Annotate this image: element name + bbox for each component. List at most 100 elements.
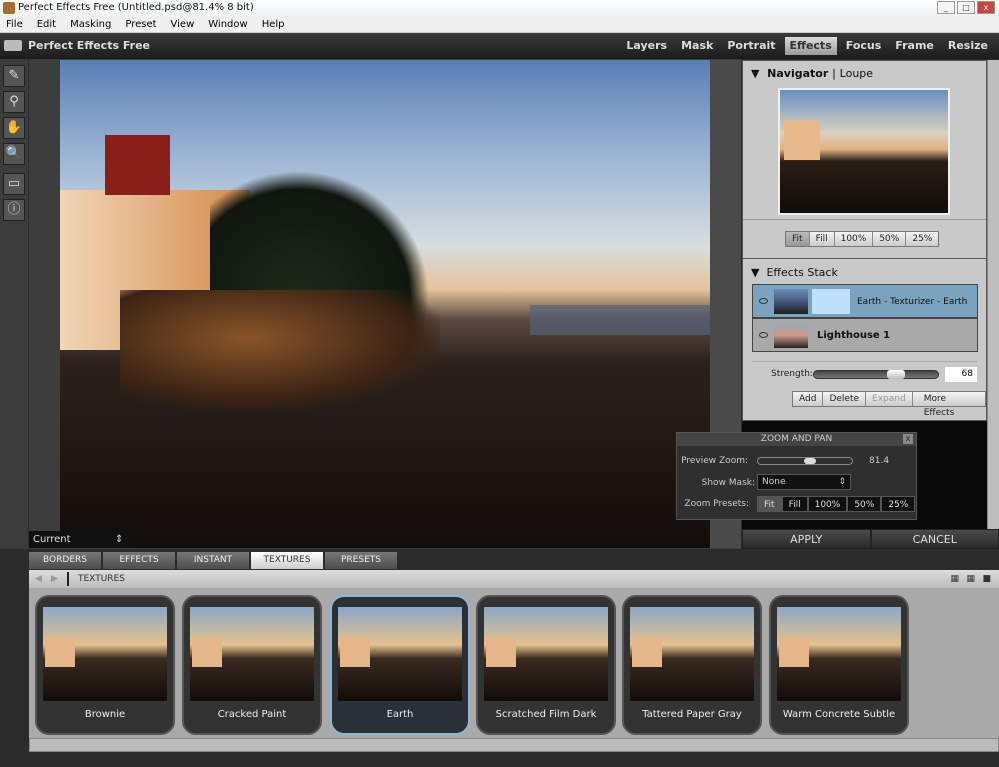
window-title: Perfect Effects Free (Untitled.psd@81.4%… xyxy=(18,2,254,13)
menu-help[interactable]: Help xyxy=(262,16,285,32)
updown-icon: ⇕ xyxy=(838,477,846,487)
menu-window[interactable]: Window xyxy=(208,16,247,32)
tab-textures[interactable]: TEXTURES xyxy=(251,552,323,569)
grid-small-icon[interactable]: ▦ xyxy=(966,570,975,588)
strength-slider[interactable] xyxy=(813,370,939,379)
brush-icon[interactable]: ✎ xyxy=(3,65,25,87)
compare-icon[interactable]: ▭ xyxy=(3,173,25,195)
layer-name: Lighthouse 1 xyxy=(817,330,891,341)
thumbnail-image xyxy=(777,607,901,701)
texture-thumbnail[interactable]: Earth xyxy=(330,595,470,735)
tab-presets[interactable]: PRESETS xyxy=(325,552,397,569)
title-bar: Perfect Effects Free (Untitled.psd@81.4%… xyxy=(0,0,999,16)
grid-large-icon[interactable]: ▦ xyxy=(950,570,959,588)
tab-instant[interactable]: INSTANT xyxy=(177,552,249,569)
tab-effects-browser[interactable]: EFFECTS xyxy=(103,552,175,569)
right-panel: ▼ Navigator | Loupe Fit Fill 100% 50% 25… xyxy=(742,60,987,421)
more-effects-button[interactable]: More Effects xyxy=(912,392,985,418)
nav-fit-button[interactable]: Fit xyxy=(786,232,810,246)
thumbnail-label: Tattered Paper Gray xyxy=(642,709,742,720)
strength-value[interactable]: 68 xyxy=(945,367,977,382)
texture-thumbnail[interactable]: Warm Concrete Subtle xyxy=(769,595,909,735)
preview-image[interactable] xyxy=(60,60,710,548)
thumbnail-label: Earth xyxy=(386,709,414,720)
texture-thumbnail[interactable]: Scratched Film Dark xyxy=(476,595,616,735)
add-button[interactable]: Add xyxy=(793,392,824,406)
tab-layers[interactable]: Layers xyxy=(621,37,672,55)
minimize-button[interactable]: _ xyxy=(937,1,955,14)
close-icon[interactable]: x xyxy=(903,434,913,444)
tab-portrait[interactable]: Portrait xyxy=(722,37,780,55)
app-header: Perfect Effects Free Layers Mask Portrai… xyxy=(0,33,999,59)
delete-button[interactable]: Delete xyxy=(823,392,867,406)
show-mask-select[interactable]: None ⇕ xyxy=(757,474,851,490)
lighthouse-lantern xyxy=(105,135,170,195)
nav-fill-button[interactable]: Fill xyxy=(809,232,835,246)
layer-row[interactable]: Lighthouse 1 xyxy=(752,318,978,352)
browser-toolbar: ◀ ▶ TEXTURES ▦ ▦ ■ xyxy=(29,570,999,588)
menu-view[interactable]: View xyxy=(171,16,195,32)
info-icon[interactable]: ⓘ xyxy=(3,199,25,221)
cancel-button[interactable]: CANCEL xyxy=(870,529,999,549)
hand-icon[interactable]: ✋ xyxy=(3,117,25,139)
tab-frame[interactable]: Frame xyxy=(890,37,939,55)
tab-resize[interactable]: Resize xyxy=(943,37,993,55)
texture-thumbnail[interactable]: Tattered Paper Gray xyxy=(622,595,762,735)
nav-50-button[interactable]: 50% xyxy=(873,232,907,246)
texture-browser: Brownie Cracked Paint Earth Scratched Film … xyxy=(29,588,999,738)
maximize-button[interactable]: □ xyxy=(957,1,975,14)
nav-100-button[interactable]: 100% xyxy=(834,232,874,246)
app-name: Perfect Effects Free xyxy=(28,39,150,52)
show-mask-label: Show Mask: xyxy=(701,478,755,488)
view-select[interactable]: Current ⇕ xyxy=(29,531,129,548)
forward-arrow-icon[interactable]: ▶ xyxy=(51,570,58,588)
thumbnail-image xyxy=(43,607,167,701)
sea xyxy=(530,305,710,335)
preset-50-button[interactable]: 50% xyxy=(847,496,882,512)
tab-focus[interactable]: Focus xyxy=(841,37,887,55)
nav-25-button[interactable]: 25% xyxy=(906,232,939,246)
tab-effects[interactable]: Effects xyxy=(784,37,837,55)
apply-button[interactable]: APPLY xyxy=(742,529,871,549)
zoom-presets-label: Zoom Presets: xyxy=(684,499,749,509)
on1-logo-icon xyxy=(4,40,22,51)
tab-borders[interactable]: BORDERS xyxy=(29,552,101,569)
browser-path: TEXTURES xyxy=(78,574,125,584)
list-view-icon[interactable]: ■ xyxy=(982,570,991,588)
eye-icon[interactable] xyxy=(759,298,768,304)
slider-thumb[interactable] xyxy=(804,458,816,464)
perfect-brush-icon[interactable]: ⚲ xyxy=(3,91,25,113)
preview-zoom-slider[interactable] xyxy=(757,457,853,465)
preset-fit-button[interactable]: Fit xyxy=(757,496,782,512)
layer-row[interactable]: Earth - Texturizer - Earth xyxy=(752,284,978,318)
right-panel-scrollbar[interactable] xyxy=(987,60,999,530)
browser-scrollbar[interactable] xyxy=(29,738,999,752)
menu-file[interactable]: File xyxy=(6,16,23,32)
thumbnail-label: Scratched Film Dark xyxy=(495,709,597,720)
menu-edit[interactable]: Edit xyxy=(37,16,56,32)
menu-preset[interactable]: Preset xyxy=(125,16,156,32)
expand-button: Expand xyxy=(866,392,913,406)
menu-masking[interactable]: Masking xyxy=(70,16,111,32)
preset-25-button[interactable]: 25% xyxy=(881,496,916,512)
back-arrow-icon[interactable]: ◀ xyxy=(35,570,42,588)
texture-thumbnail[interactable]: Cracked Paint xyxy=(182,595,322,735)
slider-thumb[interactable] xyxy=(887,370,906,379)
loupe-tab[interactable]: Loupe xyxy=(840,67,873,80)
effects-stack-title[interactable]: Effects Stack xyxy=(766,266,837,279)
navigator-title[interactable]: Navigator xyxy=(767,67,828,80)
layer-mask-thumbnail xyxy=(812,289,850,314)
preset-fill-button[interactable]: Fill xyxy=(781,496,808,512)
updown-icon: ⇕ xyxy=(115,534,124,545)
navigator-thumbnail[interactable] xyxy=(778,88,950,215)
preset-100-button[interactable]: 100% xyxy=(807,496,848,512)
eye-icon[interactable] xyxy=(759,332,768,338)
close-button[interactable]: x xyxy=(977,1,995,14)
thumbnail-image xyxy=(190,607,314,701)
zoom-icon[interactable]: 🔍 xyxy=(3,143,25,165)
status-strip xyxy=(0,752,999,767)
preview-zoom-label: Preview Zoom: xyxy=(681,456,748,466)
tab-mask[interactable]: Mask xyxy=(676,37,718,55)
thumbnail-image xyxy=(484,607,608,701)
texture-thumbnail[interactable]: Brownie xyxy=(35,595,175,735)
